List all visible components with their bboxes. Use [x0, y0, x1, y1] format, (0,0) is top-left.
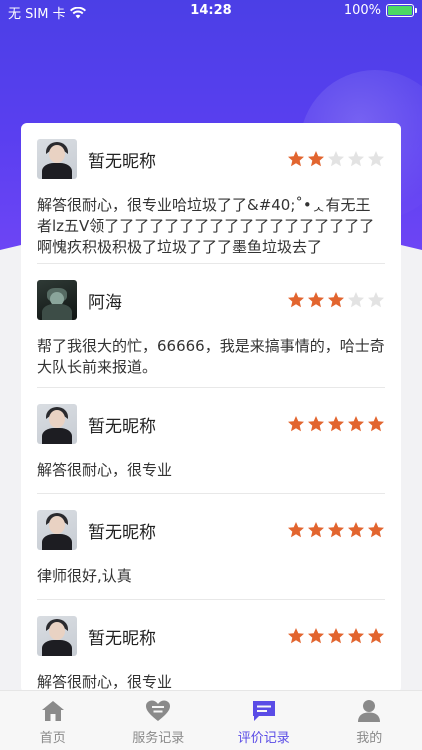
chat-icon [252, 701, 275, 721]
star-filled-icon [308, 628, 324, 644]
star-empty-icon [348, 292, 364, 308]
status-bar: 无 SIM 卡 14:28 100% [0, 0, 422, 22]
star-filled-icon [328, 628, 344, 644]
star-filled-icon [288, 628, 304, 644]
star-filled-icon [308, 416, 324, 432]
heart-list-icon [146, 700, 171, 721]
reviewer-name: 暂无昵称 [88, 628, 156, 649]
tab-label: 我的 [356, 731, 383, 746]
battery-icon [386, 4, 417, 17]
reviewer-name: 暂无昵称 [88, 151, 156, 172]
tab-bar: 首页 服务记录 评价记录 我的 [0, 690, 422, 750]
review-item: 阿海 帮了我很大的忙，66666，我是来搞事情的，哈士奇大队长前来报道。 [21, 264, 401, 388]
star-filled-icon [308, 151, 324, 167]
tab-mine[interactable]: 我的 [317, 691, 422, 750]
star-rating [287, 150, 385, 168]
avatar [37, 510, 77, 550]
star-rating [287, 415, 385, 433]
star-filled-icon [328, 292, 344, 308]
person-icon [358, 700, 381, 722]
star-rating [287, 521, 385, 539]
star-rating [287, 627, 385, 645]
avatar [37, 280, 77, 320]
review-item: 暂无昵称 解答很耐心，很专业哈垃圾了了&#40;˚•ᆺ有无王者lz五V领了了了了… [21, 123, 401, 264]
star-filled-icon [368, 628, 384, 644]
star-empty-icon [348, 151, 364, 167]
tab-service-records[interactable]: 服务记录 [106, 691, 212, 750]
review-text: 解答很耐心，很专业 [37, 461, 173, 479]
review-text: 帮了我很大的忙，66666，我是来搞事情的，哈士奇大队长前来报道。 [37, 337, 385, 376]
star-filled-icon [288, 416, 304, 432]
review-item: 暂无昵称 解答很耐心，很专业 [21, 388, 401, 494]
reviewer-name: 暂无昵称 [88, 416, 156, 437]
star-filled-icon [288, 292, 304, 308]
tab-label: 服务记录 [132, 731, 185, 746]
avatar [37, 616, 77, 656]
avatar [37, 404, 77, 444]
star-filled-icon [368, 522, 384, 538]
home-icon [41, 701, 64, 721]
star-filled-icon [368, 416, 384, 432]
review-item: 暂无昵称 律师很好,认真 [21, 494, 401, 600]
avatar [37, 139, 77, 179]
reviewer-name: 暂无昵称 [88, 522, 156, 543]
tab-label: 首页 [39, 731, 66, 746]
tab-home[interactable]: 首页 [0, 691, 106, 750]
star-filled-icon [288, 522, 304, 538]
tab-review-records[interactable]: 评价记录 [211, 691, 317, 750]
star-rating [287, 291, 385, 309]
star-filled-icon [308, 292, 324, 308]
review-item: 暂无昵称 解答很耐心，很专业 [21, 600, 401, 693]
star-filled-icon [328, 416, 344, 432]
star-filled-icon [348, 628, 364, 644]
reviewer-name: 阿海 [88, 292, 122, 313]
star-empty-icon [328, 151, 344, 167]
star-empty-icon [368, 151, 384, 167]
tab-label: 评价记录 [237, 731, 290, 746]
star-filled-icon [348, 416, 364, 432]
review-list[interactable]: 暂无昵称 解答很耐心，很专业哈垃圾了了&#40;˚•ᆺ有无王者lz五V领了了了了… [21, 123, 401, 693]
star-filled-icon [288, 151, 304, 167]
battery-percent: 100% [343, 3, 381, 18]
star-empty-icon [368, 292, 384, 308]
star-filled-icon [348, 522, 364, 538]
review-text: 律师很好,认真 [37, 567, 132, 585]
star-filled-icon [328, 522, 344, 538]
star-filled-icon [308, 522, 324, 538]
